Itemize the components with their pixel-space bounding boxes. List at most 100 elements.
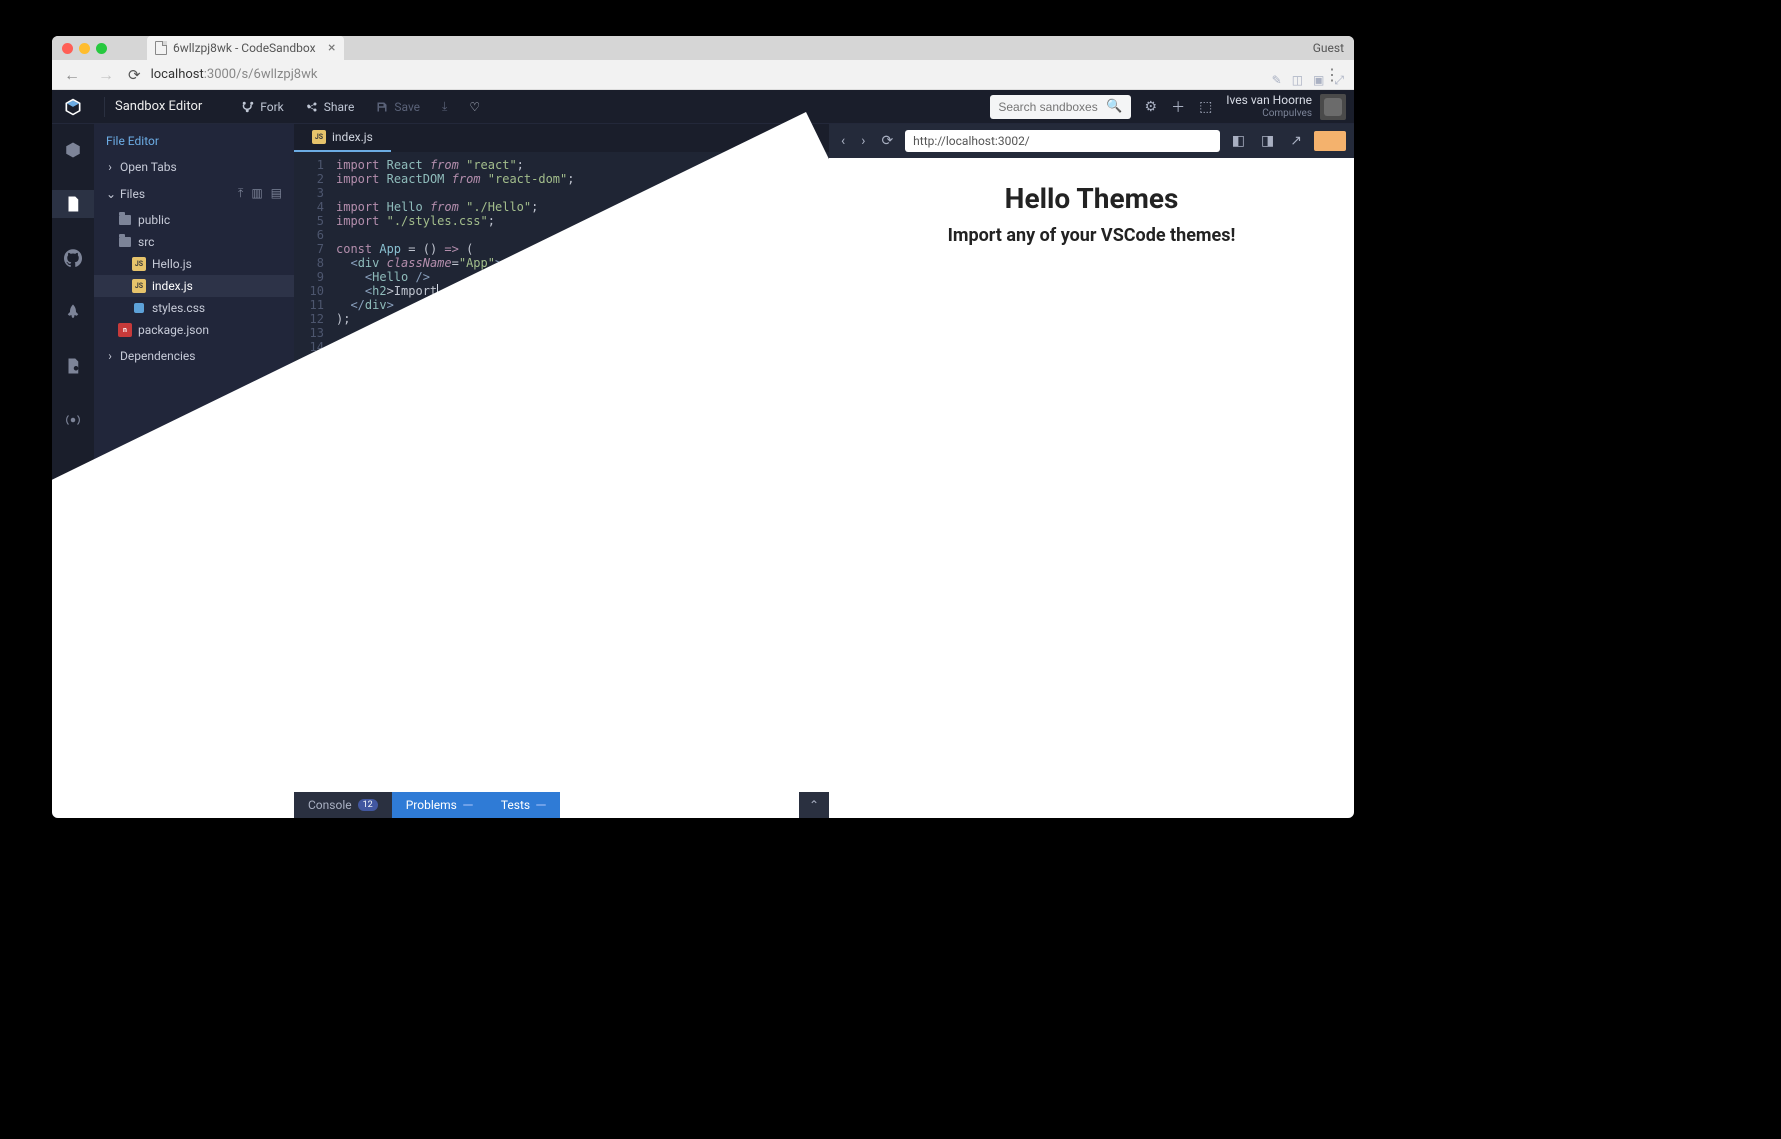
deploy-icon[interactable] (52, 298, 94, 326)
files-section[interactable]: ⌄Files ⤒ ▥ ▤ (94, 180, 294, 207)
folder-src-label: src (138, 235, 154, 249)
console-tab[interactable]: Console12 (294, 792, 392, 818)
search-input[interactable] (998, 100, 1098, 114)
terminal-icon[interactable]: ▣ (1313, 73, 1324, 87)
search-icon[interactable]: 🔍 (1106, 99, 1122, 114)
layout-right-icon[interactable]: ◨ (1257, 133, 1278, 149)
heart-icon[interactable]: ♡ (469, 99, 480, 114)
browser-tab[interactable]: 6wllzpj8wk - CodeSandbox × (147, 36, 344, 60)
user-menu[interactable]: Ives van Hoorne Compulves (1226, 94, 1346, 120)
problems-badge (463, 804, 473, 806)
main-area: File Editor ›Open Tabs ⌄Files ⤒ ▥ ▤ publ… (52, 124, 1354, 818)
nav-forward-icon[interactable]: → (94, 65, 118, 85)
ln-12: 12 (294, 312, 336, 326)
file-index-js[interactable]: JSindex.js (94, 275, 294, 297)
open-new-window-icon[interactable]: ↗ (1286, 133, 1306, 149)
ln-13: 13 (294, 326, 336, 340)
github-footer-icon[interactable]: 🐙 (128, 791, 142, 804)
file-index-label: index.js (152, 279, 193, 293)
window-maximize-button[interactable] (96, 43, 107, 54)
ln-15: 15 (294, 354, 336, 368)
folder-src[interactable]: src (94, 231, 294, 253)
nav-back-icon[interactable]: ← (60, 65, 84, 85)
discord-icon[interactable]: 💬 (151, 791, 165, 804)
console-label: Console (308, 798, 352, 812)
fork-button[interactable]: Fork (242, 99, 284, 114)
download-icon[interactable]: ⤓ (442, 99, 447, 114)
ln-10: 10 (294, 284, 336, 298)
fork-label: Fork (260, 100, 284, 114)
plus-icon[interactable]: ＋ (1171, 97, 1185, 117)
layout-left-icon[interactable]: ◧ (1228, 133, 1249, 149)
traffic-lights (52, 43, 107, 54)
file-explorer: File Editor ›Open Tabs ⌄Files ⤒ ▥ ▤ publ… (94, 124, 294, 818)
file-editor-heading: File Editor (94, 124, 294, 154)
theme-swatch[interactable] (1314, 131, 1346, 151)
preview-heading: Hello Themes (853, 182, 1330, 215)
app-logo[interactable] (52, 97, 94, 117)
code-editor[interactable]: 1import React from "react"; 2import Reac… (294, 152, 829, 792)
preview-url[interactable]: http://localhost:3002/ (905, 130, 1220, 152)
box-icon[interactable]: ⬚ (1199, 99, 1212, 115)
ln-14: 14 (294, 340, 336, 354)
app-title: Sandbox Editor (115, 99, 202, 114)
codesandbox-app: Sandbox Editor Fork Share Save ⤓ ♡ (52, 90, 1354, 818)
tab-index-js[interactable]: JSindex.js (294, 124, 391, 152)
preview-pane: ‹ › ⟳ http://localhost:3002/ ◧ ◨ ↗ Hello… (829, 124, 1354, 818)
split-view-icon[interactable]: ◫ (1292, 73, 1303, 87)
config-icon[interactable] (52, 352, 94, 380)
share-button[interactable]: Share (306, 99, 355, 114)
dependencies-section[interactable]: ›Dependencies (94, 343, 294, 369)
save-label: Save (394, 100, 420, 114)
profile-label[interactable]: Guest (1313, 41, 1344, 55)
save-button[interactable]: Save (376, 99, 420, 114)
file-styles-css[interactable]: styles.css (94, 297, 294, 319)
file-package-json[interactable]: npackage.json (94, 319, 294, 341)
reload-icon[interactable]: ⟳ (128, 66, 141, 84)
url-path: :3000/s/6wllzpj8wk (204, 67, 318, 82)
folder-public-label: public (138, 213, 170, 227)
open-tabs-label: Open Tabs (120, 160, 177, 174)
preview-reload-icon[interactable]: ⟳ (877, 133, 897, 149)
panel-expand-icon[interactable]: ⌃ (799, 792, 829, 818)
top-actions: Fork Share Save ⤓ ♡ (242, 99, 480, 114)
fork-icon (242, 101, 254, 113)
folder-public[interactable]: public (94, 209, 294, 231)
problems-tab[interactable]: Problems (392, 792, 487, 818)
window-close-button[interactable] (62, 43, 73, 54)
ln-7: 7 (294, 242, 336, 256)
tests-tab[interactable]: Tests (487, 792, 560, 818)
ln-3: 3 (294, 186, 336, 200)
gear-icon[interactable]: ⚙ (1145, 99, 1158, 115)
tests-label: Tests (501, 798, 530, 812)
ln-6: 6 (294, 228, 336, 242)
bottom-panel-tabs: Console12 Problems Tests ⌃ (294, 792, 829, 818)
live-icon[interactable] (52, 406, 94, 434)
project-icon[interactable] (52, 136, 94, 164)
ln-1: 1 (294, 158, 336, 172)
open-tabs-section[interactable]: ›Open Tabs (94, 154, 294, 180)
upload-icon[interactable]: ⤒ (238, 186, 243, 201)
twitter-icon[interactable]: 🐦 (104, 791, 118, 804)
editor-pane: JSindex.js 1import React from "react"; 2… (294, 124, 829, 818)
dependencies-label: Dependencies (120, 349, 195, 363)
new-folder-icon[interactable]: ▥ (251, 186, 262, 201)
files-icon[interactable] (52, 190, 94, 218)
preview-back-icon[interactable]: ‹ (837, 133, 849, 149)
window-minimize-button[interactable] (79, 43, 90, 54)
expand-icon[interactable]: ⤢ (1334, 73, 1344, 88)
topbar-right: 🔍 ⚙ ＋ ⬚ Ives van Hoorne Compulves (990, 94, 1354, 120)
pencil-icon[interactable]: ✎ (1272, 73, 1282, 87)
new-file-icon[interactable]: ▤ (271, 186, 282, 201)
avatar (1320, 94, 1346, 120)
preview-forward-icon[interactable]: › (857, 133, 869, 149)
file-hello-js[interactable]: JSHello.js (94, 253, 294, 275)
user-handle: Compulves (1226, 108, 1312, 119)
search-sandboxes[interactable]: 🔍 (990, 95, 1130, 119)
github-icon[interactable] (52, 244, 94, 272)
file-styles-label: styles.css (152, 301, 205, 315)
ln-8: 8 (294, 256, 336, 270)
address-bar[interactable]: localhost:3000/s/6wllzpj8wk (151, 67, 1308, 82)
activity-bar (52, 124, 94, 818)
tab-close-icon[interactable]: × (328, 40, 335, 56)
